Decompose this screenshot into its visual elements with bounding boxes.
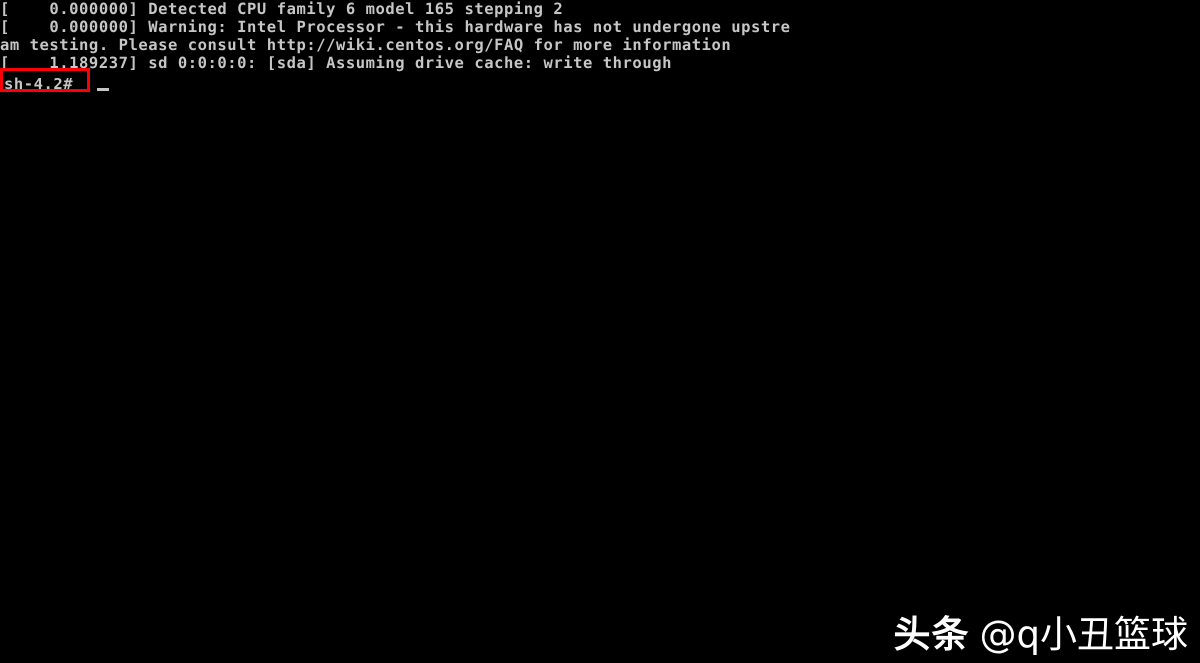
terminal-screen: [ 0.000000] Detected CPU family 6 model … bbox=[0, 0, 1200, 663]
text-cursor bbox=[97, 88, 109, 91]
shell-prompt-line[interactable]: sh-4.2# bbox=[0, 72, 1200, 93]
console-line: [ 1.189237] sd 0:0:0:0: [sda] Assuming d… bbox=[0, 54, 672, 72]
console-output: [ 0.000000] Detected CPU family 6 model … bbox=[0, 0, 1200, 93]
console-line: [ 0.000000] Warning: Intel Processor - t… bbox=[0, 18, 791, 36]
console-line: am testing. Please consult http://wiki.c… bbox=[0, 36, 732, 54]
watermark-handle: @q小丑篮球 bbox=[979, 613, 1189, 656]
shell-prompt: sh-4.2# bbox=[4, 75, 74, 93]
watermark-brand: 头条 bbox=[893, 613, 970, 656]
console-line: [ 0.000000] Detected CPU family 6 model … bbox=[0, 0, 564, 18]
watermark: 头条 @q小丑篮球 bbox=[894, 616, 1189, 653]
